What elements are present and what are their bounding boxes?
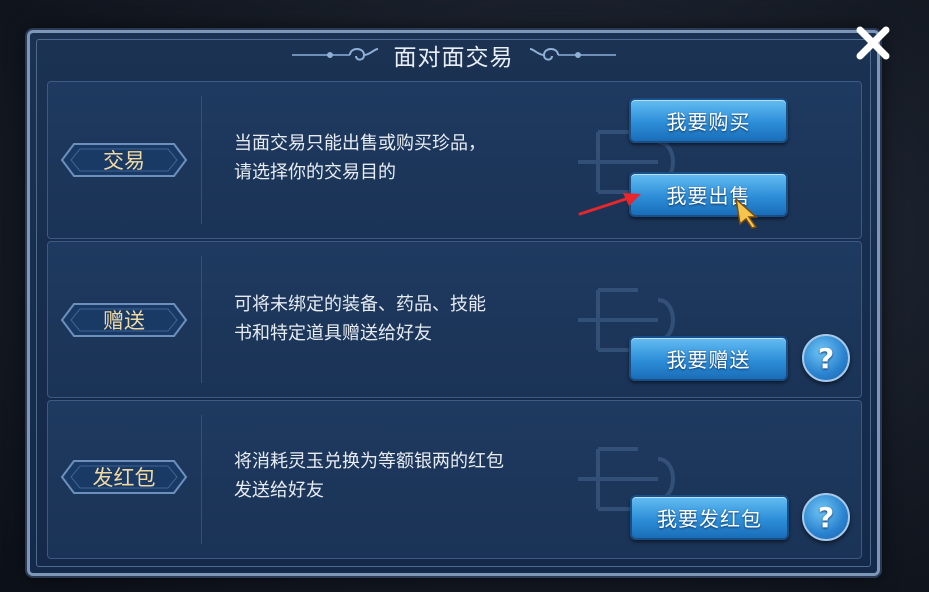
trade-label-plate: 交易: [60, 140, 188, 180]
gift-help-button[interactable]: ?: [802, 334, 850, 382]
gift-label-plate: 赠送: [60, 300, 188, 340]
red-envelope-section: 发红包 将消耗灵玉兑换为等额银两的红包 发送给好友 我要发红包 ?: [47, 400, 862, 559]
gift-label: 赠送: [103, 309, 145, 333]
section-divider: [201, 96, 202, 224]
red-envelope-description-line-2: 发送给好友: [234, 480, 324, 501]
gift-section: 赠送 可将未绑定的装备、药品、技能 书和特定道具赠送给好友 我要赠送 ?: [47, 241, 862, 398]
question-mark-icon: ?: [817, 341, 835, 375]
red-envelope-label-plate: 发红包: [60, 457, 188, 497]
gift-button[interactable]: 我要赠送: [629, 336, 788, 381]
buy-button[interactable]: 我要购买: [629, 98, 788, 143]
red-envelope-description: 将消耗灵玉兑换为等额银两的红包 发送给好友: [234, 447, 504, 505]
trade-description-line-2: 请选择你的交易目的: [234, 162, 396, 183]
red-arrow-icon: [578, 193, 641, 216]
buy-button-label: 我要购买: [666, 110, 751, 134]
trade-description: 当面交易只能出售或购买珍品， 请选择你的交易目的: [234, 129, 486, 187]
gift-description-line-1: 可将未绑定的装备、药品、技能: [234, 294, 486, 315]
send-red-envelope-button-label: 我要发红包: [657, 507, 762, 531]
title-right-ornament-icon: [529, 48, 616, 61]
golden-pointer-cursor-icon: [734, 197, 758, 229]
red-envelope-description-line-1: 将消耗灵玉兑换为等额银两的红包: [234, 451, 504, 472]
background-game-ui: [640, 2, 644, 17]
dialog-title-bar: 面对面交易: [30, 33, 877, 77]
section-divider: [201, 415, 202, 544]
trade-label: 交易: [103, 149, 145, 173]
close-button[interactable]: [850, 20, 896, 66]
dialog-title: 面对面交易: [393, 45, 514, 71]
gift-description: 可将未绑定的装备、药品、技能 书和特定道具赠送给好友: [234, 290, 486, 348]
gift-description-line-2: 书和特定道具赠送给好友: [234, 323, 432, 344]
send-red-envelope-button[interactable]: 我要发红包: [630, 495, 789, 540]
face-to-face-trade-dialog: 面对面交易 交易 当面交易只能出售或购买珍品， 请选择你的交易目的 我要购买 我…: [27, 30, 880, 576]
red-envelope-help-button[interactable]: ?: [802, 493, 850, 541]
title-left-ornament-icon: [291, 48, 378, 61]
red-envelope-label: 发红包: [92, 466, 156, 490]
sell-button[interactable]: 我要出售: [629, 172, 788, 217]
close-x-icon: [856, 26, 890, 60]
section-divider: [201, 256, 202, 383]
gift-button-label: 我要赠送: [666, 348, 751, 372]
trade-description-line-1: 当面交易只能出售或购买珍品，: [234, 133, 486, 154]
question-mark-icon: ?: [817, 500, 835, 534]
